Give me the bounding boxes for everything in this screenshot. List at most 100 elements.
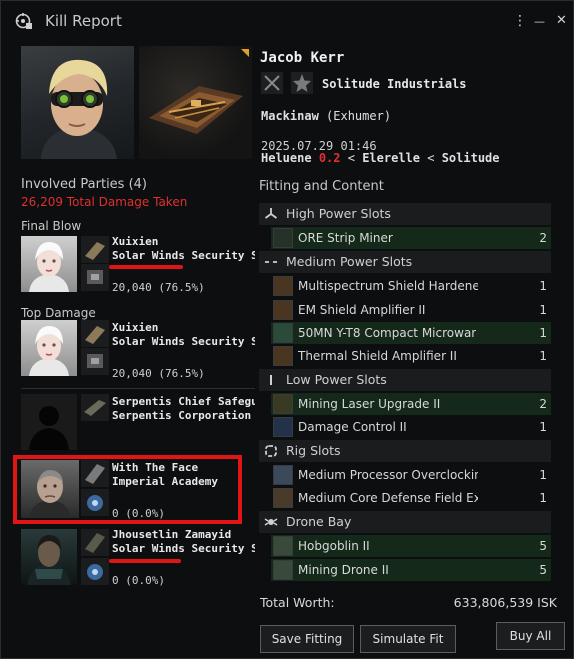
attacker-damage: 20,040 (76.5%) <box>112 367 205 380</box>
drone-bay-icon <box>264 518 278 526</box>
attacker-ship-glyph <box>85 326 105 344</box>
alliance-logo-icon[interactable] <box>291 72 313 94</box>
attacker-portrait-image <box>29 326 69 376</box>
attacker-name[interactable]: Xuixien <box>112 235 255 248</box>
solar-system-link[interactable]: Heluene <box>261 151 312 165</box>
attacker-ship-icon[interactable] <box>81 320 109 347</box>
attacker-ship-icon[interactable] <box>81 394 109 421</box>
module-name: 50MN Y-T8 Compact Microwarpdrive <box>298 326 476 340</box>
module-name: Thermal Shield Amplifier II <box>298 349 457 363</box>
slot-header-label: Rig Slots <box>286 443 341 458</box>
victim-corporation[interactable]: Solitude Industrials <box>322 77 467 91</box>
module-name: Medium Core Defense Field Extender <box>298 491 478 505</box>
attacker-ship-icon[interactable] <box>81 529 109 556</box>
module-row[interactable]: 50MN Y-T8 Compact Microwarpdrive 1 <box>271 322 551 344</box>
module-row[interactable]: Hobgoblin II 5 <box>271 535 551 557</box>
mining-upgrade-icon <box>273 394 293 414</box>
module-name: ORE Strip Miner <box>298 231 393 245</box>
final-blow-entry[interactable]: Xuixien Solar Winds Security So 20,040 (… <box>21 234 255 294</box>
attacker-portrait[interactable] <box>21 236 77 292</box>
total-worth-value: 633,806,539 ISK <box>453 595 557 610</box>
drone-bay-header[interactable]: Drone Bay <box>259 511 551 533</box>
module-name: Mining Laser Upgrade II <box>298 397 441 411</box>
module-row[interactable]: Medium Processor Overclocking 1 <box>271 464 551 486</box>
attacker-name[interactable]: Xuixien <box>112 321 255 334</box>
attacker-entry[interactable]: Jhousetlin Zamayid Solar Winds Security … <box>21 527 255 587</box>
module-name: EM Shield Amplifier II <box>298 303 426 317</box>
npc-portrait[interactable] <box>21 394 77 450</box>
total-damage-taken: 26,209 Total Damage Taken <box>21 195 188 209</box>
victim-ship-class: (Exhumer) <box>326 109 392 123</box>
attacker-damage: 20,040 (76.5%) <box>112 281 205 294</box>
attacker-weapon-icon[interactable] <box>81 558 109 585</box>
attacker-portrait[interactable] <box>21 320 77 376</box>
medium-slots-header[interactable]: Medium Power Slots <box>259 251 551 273</box>
attacker-ship-icon[interactable] <box>81 236 109 263</box>
medium-slot-icon <box>265 261 277 263</box>
attacker-name[interactable]: Serpentis Chief Safeguar <box>112 395 255 408</box>
minimize-button[interactable]: — <box>534 15 545 28</box>
module-row[interactable]: Mining Drone II 5 <box>271 559 551 581</box>
attacker-ship-glyph <box>85 533 105 553</box>
attacker-corp[interactable]: Solar Winds Security So <box>112 335 255 348</box>
region-link[interactable]: Solitude <box>442 151 500 165</box>
low-slots-header[interactable]: Low Power Slots <box>259 369 551 391</box>
npc-silhouette-icon <box>29 406 69 450</box>
location-separator: < <box>347 151 355 165</box>
attacker-weapon-glyph <box>87 270 103 284</box>
attacker-weapon-icon[interactable] <box>81 264 109 291</box>
high-slots-header[interactable]: High Power Slots <box>259 203 551 225</box>
buy-all-button[interactable]: Buy All <box>496 622 565 650</box>
attacker-weapon-glyph <box>87 564 103 580</box>
module-name: Mining Drone II <box>298 563 389 577</box>
security-status: 0.2 <box>318 151 341 165</box>
low-slot-icon <box>270 375 272 385</box>
module-name: Multispectrum Shield Hardener <box>298 279 478 293</box>
rig-slot-icon <box>265 445 277 457</box>
ship-corner-marker-icon <box>241 49 249 57</box>
module-qty: 1 <box>539 420 547 434</box>
module-row[interactable]: EM Shield Amplifier II 1 <box>271 299 551 321</box>
rig-icon <box>273 465 293 485</box>
attacker-weapon-icon[interactable] <box>81 348 109 375</box>
module-row[interactable]: Thermal Shield Amplifier II 1 <box>271 345 551 367</box>
attacker-corp[interactable]: Solar Winds Security So <box>112 542 255 555</box>
attacker-name[interactable]: Jhousetlin Zamayid <box>112 528 255 541</box>
attacker-ship-glyph <box>84 400 106 416</box>
total-worth-label: Total Worth: <box>260 595 335 610</box>
module-row[interactable]: Damage Control II 1 <box>271 416 551 438</box>
rig-slots-header[interactable]: Rig Slots <box>259 440 551 462</box>
module-qty: 5 <box>539 563 547 577</box>
attacker-portrait-image <box>29 242 69 292</box>
attacker-entry[interactable]: Serpentis Chief Safeguar Serpentis Corpo… <box>21 394 255 452</box>
save-fitting-button[interactable]: Save Fitting <box>260 625 354 653</box>
simulate-fit-button[interactable]: Simulate Fit <box>360 625 456 653</box>
mining-drone-icon <box>273 560 293 580</box>
title-bar[interactable]: Kill Report ⋮ — ✕ <box>1 1 573 41</box>
victim-portrait[interactable] <box>21 46 134 159</box>
close-button[interactable]: ✕ <box>556 13 567 28</box>
top-damage-entry[interactable]: Xuixien Solar Winds Security So 20,040 (… <box>21 320 255 380</box>
window-title: Kill Report <box>45 12 122 30</box>
victim-name[interactable]: Jacob Kerr <box>260 50 344 66</box>
victim-ship-image[interactable] <box>139 46 252 159</box>
constellation-link[interactable]: Elerelle <box>362 151 420 165</box>
attacker-portrait[interactable] <box>21 529 77 585</box>
attacker-corp[interactable]: Solar Winds Security So <box>112 249 255 262</box>
alliance-logo-glyph <box>293 74 311 92</box>
damage-control-icon <box>273 417 293 437</box>
module-row[interactable]: Multispectrum Shield Hardener 1 <box>271 275 551 297</box>
victim-ship-name[interactable]: Mackinaw <box>261 109 319 123</box>
kill-report-window: Kill Report ⋮ — ✕ Jacob Kerr Solitude In… <box>0 0 574 659</box>
module-row[interactable]: Medium Core Defense Field Extender 1 <box>271 487 551 509</box>
fitting-header: Fitting and Content <box>259 179 384 194</box>
module-row[interactable]: ORE Strip Miner 2 <box>271 227 551 249</box>
module-qty: 1 <box>539 279 547 293</box>
attacker-corp[interactable]: Serpentis Corporation <box>112 409 255 422</box>
strip-miner-icon <box>273 228 293 248</box>
module-row[interactable]: Mining Laser Upgrade II 2 <box>271 393 551 415</box>
location-separator: < <box>427 151 435 165</box>
window-menu-button[interactable]: ⋮ <box>513 13 527 29</box>
corp-logo-icon[interactable] <box>261 72 283 94</box>
rig-icon <box>273 488 293 508</box>
